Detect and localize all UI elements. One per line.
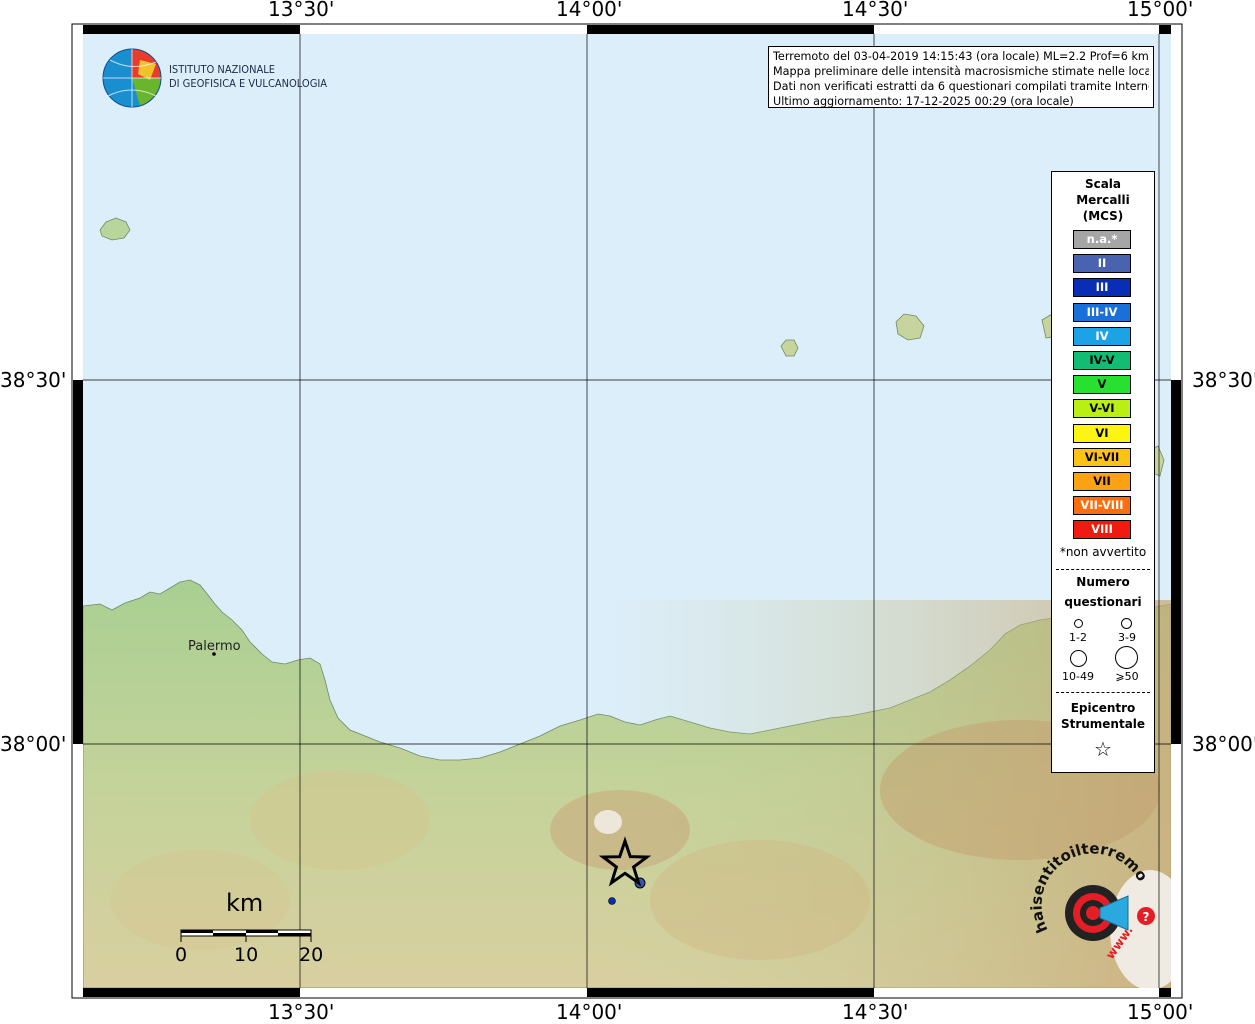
- epicenter-title-line2: Strumentale: [1060, 717, 1146, 731]
- count-label-4: ⩾50: [1115, 670, 1139, 683]
- event-info-box: Terremoto del 03-04-2019 14:15:43 (ora l…: [768, 46, 1154, 108]
- lat-label-right-3800: 38°00': [1192, 732, 1255, 756]
- legend-title-line1: Scala: [1084, 177, 1122, 191]
- lat-label-right-3830: 38°30': [1192, 368, 1255, 392]
- institute-name: ISTITUTO NAZIONALE DI GEOFISICA E VULCAN…: [169, 63, 327, 91]
- legend-title-line3: (MCS): [1082, 209, 1124, 223]
- lon-label-top-1400: 14°00': [556, 0, 623, 21]
- scale-tick-0: 0: [175, 944, 188, 966]
- legend-note: *non avvertito: [1059, 545, 1147, 559]
- event-info-line1: Terremoto del 03-04-2019 14:15:43 (ora l…: [773, 50, 1149, 63]
- count-title-line1: Numero: [1076, 575, 1130, 589]
- ingv-logo-icon: [102, 48, 162, 108]
- place-label-palermo: Palermo: [188, 639, 241, 654]
- count-circle-large: [1070, 650, 1087, 667]
- event-info-line4: Ultimo aggiornamento: 17-12-2025 00:29 (…: [773, 95, 1074, 108]
- legend-chip: VII: [1073, 472, 1131, 491]
- count-label-2: 3-9: [1118, 631, 1136, 644]
- legend-chip: VI-VII: [1073, 447, 1131, 467]
- lat-label-left-3830: 38°30': [0, 368, 67, 392]
- lon-label-bottom-1430: 14°30': [842, 1000, 909, 1024]
- legend-chip: VIII: [1073, 520, 1131, 540]
- count-circle-medium: [1121, 618, 1132, 629]
- legend-chip: IV-V: [1073, 351, 1131, 370]
- lat-label-left-3800: 38°00': [0, 732, 67, 756]
- legend-chip: V: [1073, 375, 1131, 395]
- svg-text:?: ?: [1143, 910, 1150, 924]
- legend-separator-1: [1056, 569, 1150, 570]
- report-dot-2[interactable]: [608, 897, 616, 905]
- legend-chip: V-VI: [1073, 399, 1131, 419]
- scale-tick-10: 10: [234, 944, 259, 966]
- scale-tick-20: 20: [299, 944, 324, 966]
- count-label-3: 10-49: [1062, 670, 1094, 683]
- epicenter-title-line1: Epicentro: [1070, 701, 1136, 715]
- legend-title: Scala Mercalli (MCS): [1052, 176, 1154, 224]
- legend-title-line2: Mercalli: [1076, 193, 1130, 207]
- lon-label-top-1330: 13°30': [268, 0, 335, 21]
- legend-chip: VI: [1073, 423, 1131, 443]
- lon-label-top-1500: 15°00': [1127, 0, 1194, 21]
- legend-chip: III: [1073, 278, 1131, 298]
- count-label-1: 1-2: [1069, 631, 1087, 644]
- event-info-line2: Mappa preliminare delle intensità macros…: [773, 65, 1149, 78]
- event-info-line3: Dati non verificati estratti da 6 questi…: [773, 80, 1149, 93]
- legend-chip: III-IV: [1073, 302, 1131, 322]
- legend-chip: II: [1073, 254, 1131, 274]
- lon-label-bottom-1500: 15°00': [1127, 1000, 1194, 1024]
- mcs-legend: Scala Mercalli (MCS) n.a.* II III III-IV IV I…: [1051, 171, 1155, 773]
- lon-label-top-1430: 14°30': [842, 0, 909, 21]
- institute-name-line2: DI GEOFISICA E VULCANOLOGIA: [169, 77, 328, 90]
- count-title-line2: questionari: [1064, 595, 1142, 609]
- institute-name-line1: ISTITUTO NAZIONALE: [169, 63, 276, 76]
- epicenter-star-legend-icon: ☆: [1094, 737, 1112, 761]
- lon-label-bottom-1330: 13°30': [268, 1000, 335, 1024]
- legend-chip: IV: [1073, 326, 1131, 346]
- count-circle-small: [1074, 619, 1083, 628]
- legend-chip: VII-VIII: [1073, 496, 1131, 516]
- legend-chip: n.a.*: [1073, 230, 1131, 249]
- count-circle-xlarge: [1115, 646, 1138, 669]
- legend-separator-2: [1056, 692, 1150, 693]
- lon-label-bottom-1400: 14°00': [556, 1000, 623, 1024]
- scale-unit: km: [226, 889, 264, 917]
